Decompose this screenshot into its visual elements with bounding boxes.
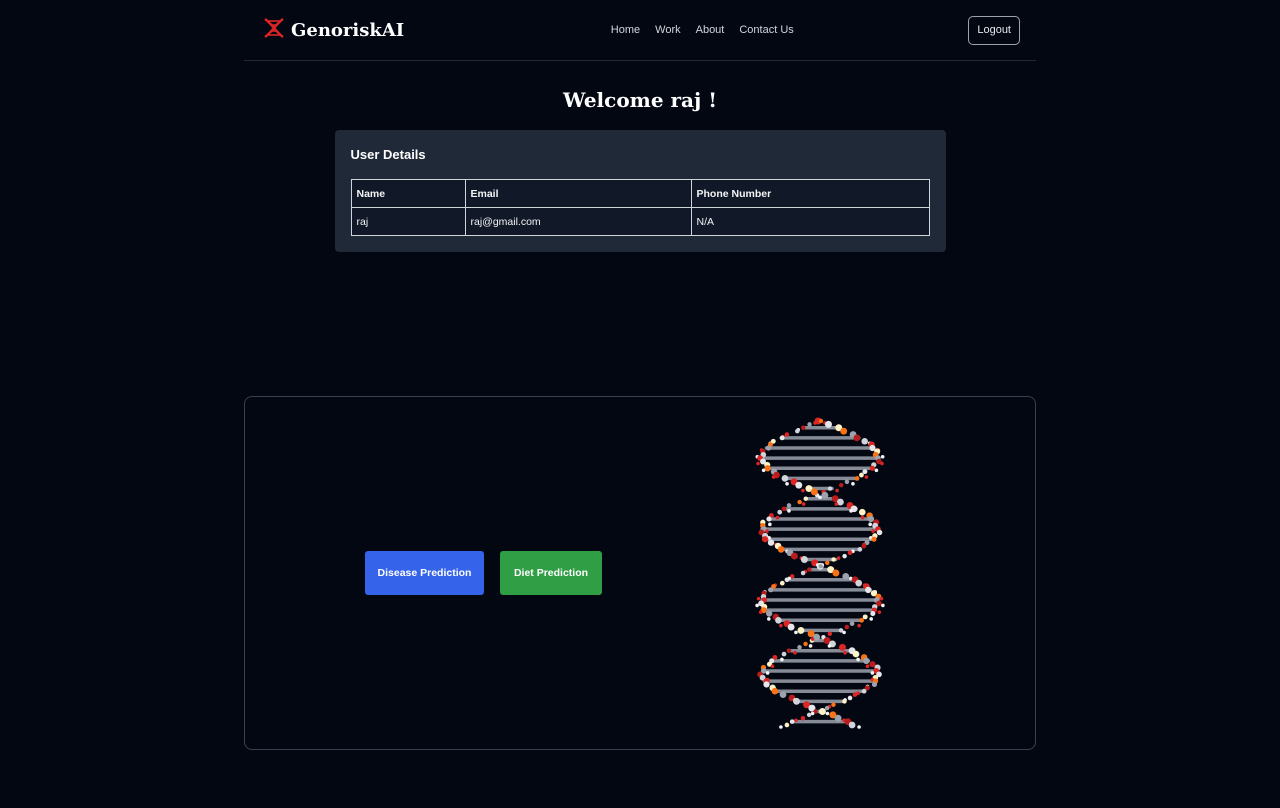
user-details-table: Name Email Phone Number raj raj@gmail.co… (350, 179, 930, 236)
cell-phone: N/A (690, 207, 930, 236)
logout-button[interactable]: Logout (968, 15, 1020, 45)
dna-helix-icon (262, 17, 286, 44)
column-header-name: Name (350, 179, 466, 208)
nav-about[interactable]: About (696, 24, 725, 36)
column-header-email: Email (464, 179, 692, 208)
column-header-phone: Phone Number (690, 179, 930, 208)
table-header-row: Name Email Phone Number (350, 179, 930, 208)
nav-contact-us[interactable]: Contact Us (739, 24, 793, 36)
disease-prediction-button[interactable]: Disease Prediction (365, 551, 484, 595)
table-row: raj raj@gmail.com N/A (350, 207, 930, 236)
brand[interactable]: GenoriskAI (262, 17, 404, 44)
brand-name: GenoriskAI (291, 19, 405, 41)
user-details-card: User Details Name Email Phone Number raj… (334, 130, 946, 252)
nav-home[interactable]: Home (611, 24, 640, 36)
prediction-hero: Disease Prediction Diet Prediction (244, 396, 1036, 750)
cell-email: raj@gmail.com (464, 207, 692, 236)
dna-helix-image (755, 417, 885, 729)
cell-name: raj (350, 207, 466, 236)
diet-prediction-button[interactable]: Diet Prediction (500, 551, 602, 595)
navbar: GenoriskAI Home Work About Contact Us Lo… (244, 0, 1036, 61)
page-container: GenoriskAI Home Work About Contact Us Lo… (244, 0, 1036, 750)
welcome-heading: Welcome raj ! (563, 88, 717, 112)
nav-work[interactable]: Work (655, 24, 680, 36)
main-nav: Home Work About Contact Us (611, 24, 794, 36)
user-details-title: User Details (350, 147, 426, 162)
